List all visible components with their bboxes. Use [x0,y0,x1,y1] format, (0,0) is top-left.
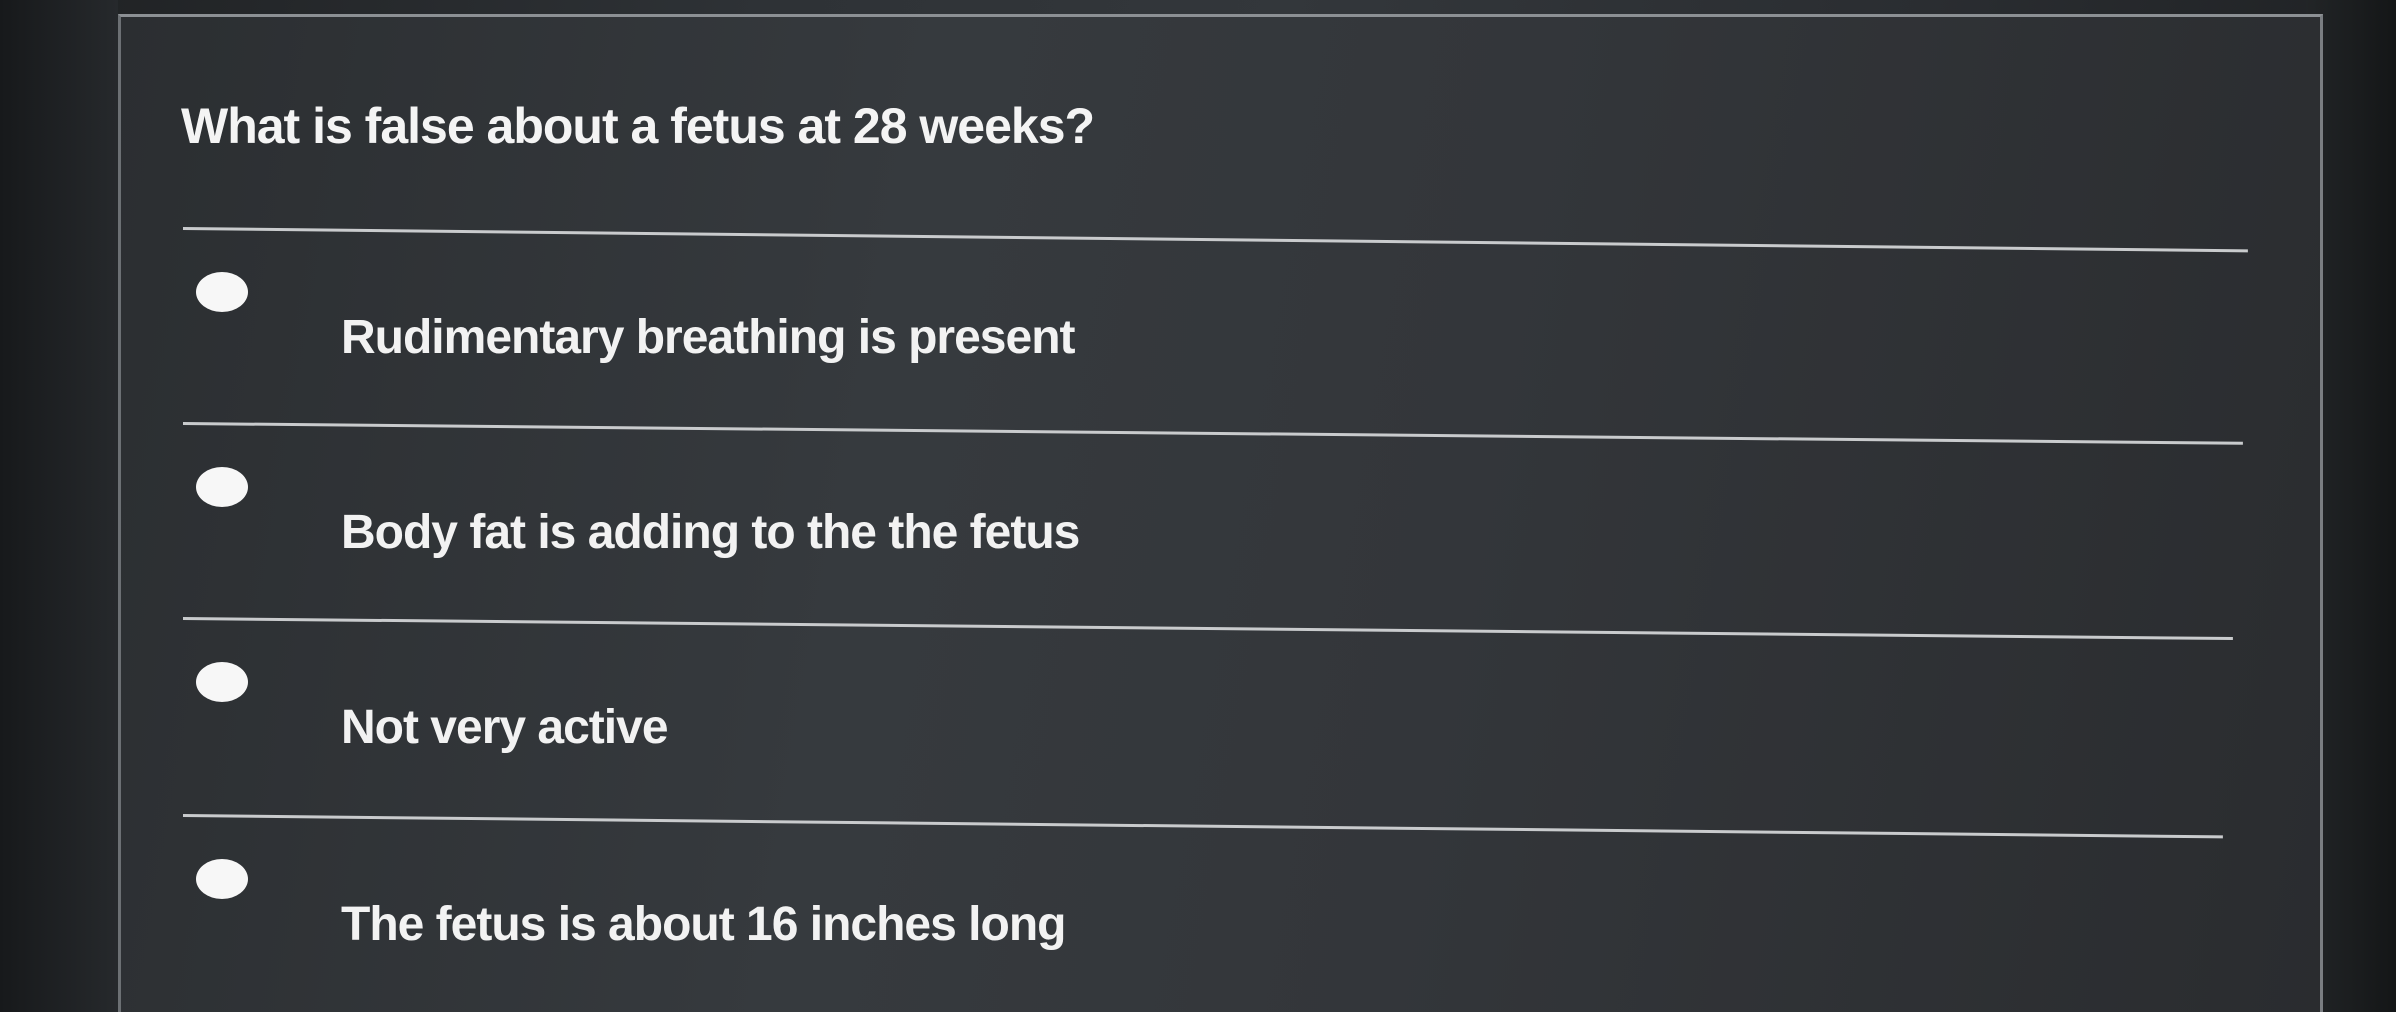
question-text: What is false about a fetus at 28 weeks? [181,98,1095,154]
radio-button-3[interactable] [196,662,248,702]
answer-option-3[interactable]: Not very active [196,662,2246,772]
radio-button-1[interactable] [196,272,248,312]
divider [182,617,2233,641]
answer-option-label: The fetus is about 16 inches long [341,898,1066,951]
question-panel: What is false about a fetus at 28 weeks?… [118,14,2323,1012]
divider [182,227,2248,253]
answer-option-2[interactable]: Body fat is adding to the the fetus [196,467,2246,577]
answer-option-label: Not very active [341,701,669,754]
radio-button-4[interactable] [196,859,248,899]
answer-option-label: Rudimentary breathing is present [341,311,1075,364]
answer-option-4[interactable]: The fetus is about 16 inches long [196,859,2246,969]
divider [182,814,2223,839]
monitor-bezel-left [0,0,118,1012]
screen: What is false about a fetus at 28 weeks?… [0,0,2396,1012]
radio-button-2[interactable] [196,467,248,507]
answer-option-1[interactable]: Rudimentary breathing is present [196,272,2246,382]
divider [182,422,2243,445]
answer-option-label: Body fat is adding to the the fetus [341,506,1080,559]
